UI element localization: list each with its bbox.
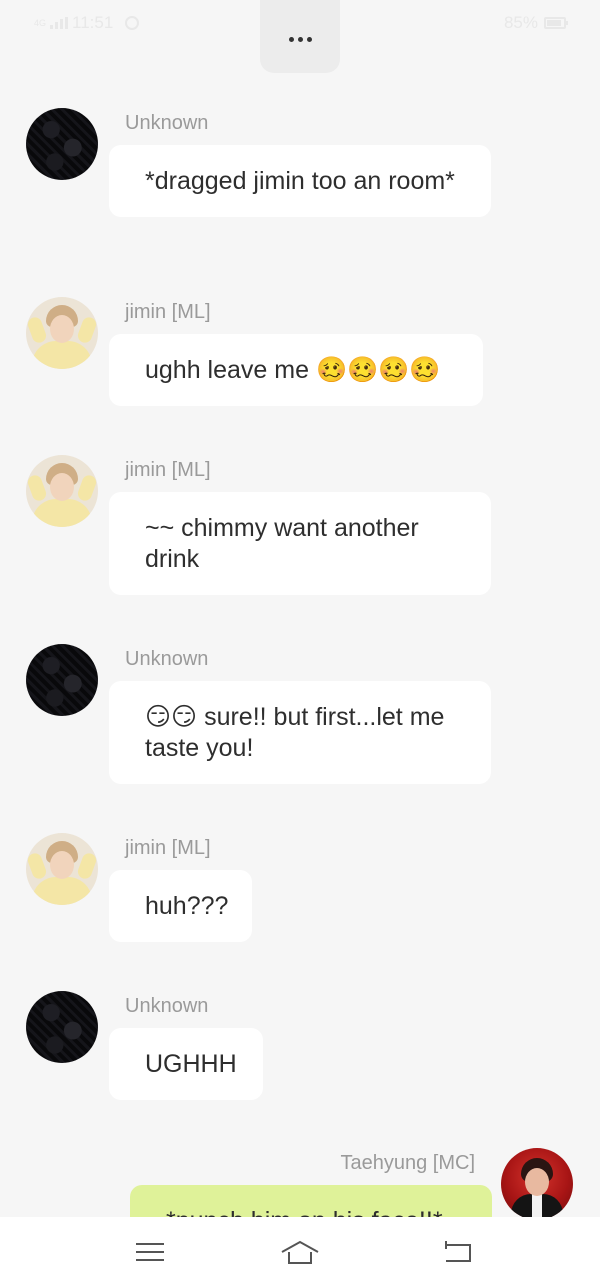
- message-bubble[interactable]: *dragged jimin too an room*: [109, 145, 491, 217]
- sender-name: jimin [ML]: [125, 837, 211, 859]
- status-right: 85%: [503, 13, 568, 33]
- status-left: 4G 11:51: [34, 13, 140, 33]
- signal-icon: [50, 17, 69, 29]
- message-bubble[interactable]: huh???: [109, 870, 252, 942]
- network-type: 4G: [34, 17, 47, 28]
- sender-name: Unknown: [125, 995, 209, 1017]
- more-options-button[interactable]: [260, 0, 340, 73]
- message-bubble[interactable]: 😏😏 sure!! but first...let me taste you!: [109, 681, 491, 784]
- message-bubble[interactable]: UGHHH: [109, 1028, 263, 1100]
- sender-name: Unknown: [125, 648, 209, 670]
- battery-percent: 85%: [503, 13, 538, 32]
- battery-icon: [544, 17, 568, 29]
- home-glyph: [281, 1240, 319, 1264]
- navigation-bar: [0, 1217, 600, 1287]
- more-dots-icon: [288, 37, 312, 42]
- sender-name: jimin [ML]: [125, 301, 211, 323]
- unknown-avatar[interactable]: [26, 644, 98, 716]
- message-bubble[interactable]: ughh leave me 🥴🥴🥴🥴: [109, 334, 483, 406]
- back-icon[interactable]: [438, 1237, 478, 1267]
- jimin-avatar[interactable]: [26, 455, 98, 527]
- home-icon[interactable]: [280, 1237, 320, 1267]
- alarm-icon: [125, 16, 140, 30]
- unknown-avatar[interactable]: [26, 108, 98, 180]
- sender-name: jimin [ML]: [125, 459, 211, 481]
- sender-name: Taehyung [MC]: [340, 1152, 475, 1174]
- message-bubble[interactable]: ~~ chimmy want another drink: [109, 492, 491, 595]
- back-glyph: [445, 1241, 471, 1262]
- taehyung-avatar[interactable]: [501, 1148, 573, 1220]
- jimin-avatar[interactable]: [26, 833, 98, 905]
- unknown-avatar[interactable]: [26, 991, 98, 1063]
- status-time: 11:51: [72, 13, 114, 32]
- menu-icon[interactable]: [130, 1237, 170, 1267]
- jimin-avatar[interactable]: [26, 297, 98, 369]
- sender-name: Unknown: [125, 112, 209, 134]
